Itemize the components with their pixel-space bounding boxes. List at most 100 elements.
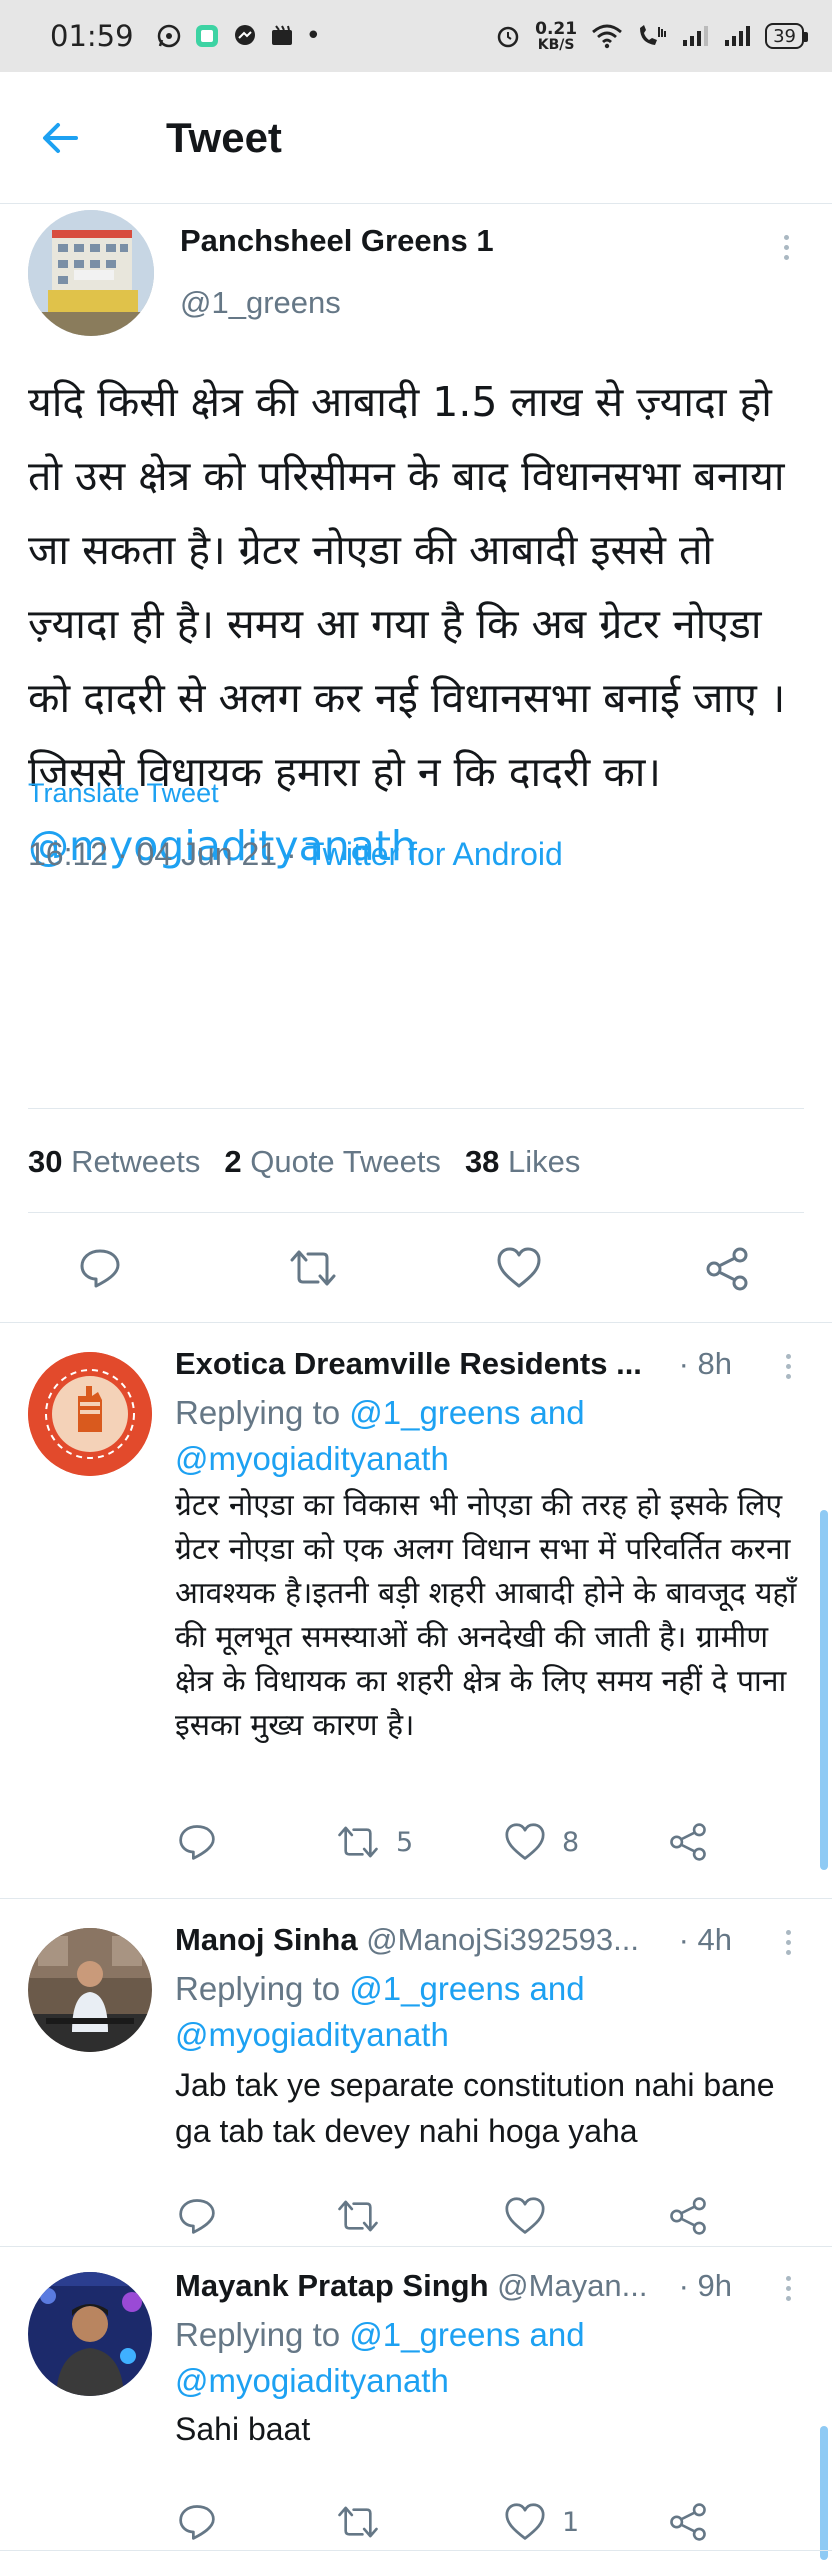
quote-tweets-count: 2 [224, 1144, 242, 1179]
likes-label: Likes [508, 1144, 581, 1179]
author-name[interactable]: Panchsheel Greens 1 [180, 223, 494, 259]
avatar[interactable] [28, 1928, 152, 2052]
person-photo-icon [28, 1928, 152, 2052]
reply-author-name[interactable]: Manoj Sinha [175, 1922, 358, 1957]
more-options-icon[interactable] [778, 2276, 798, 2301]
messenger-icon [234, 25, 255, 45]
retweet-button[interactable]: 5 [336, 1822, 413, 1862]
translate-tweet-link[interactable]: Translate Tweet [28, 778, 219, 809]
share-button[interactable] [668, 1822, 708, 1862]
network-speed: 0.21 KB/S [535, 18, 578, 52]
share-icon [670, 2197, 706, 2235]
divider [0, 2246, 832, 2247]
person-photo-icon [28, 2272, 152, 2396]
video-notification-icon [271, 25, 292, 45]
avatar[interactable] [28, 1352, 152, 1476]
mention-link[interactable]: @1_greens and [349, 1970, 584, 2007]
like-count: 1 [562, 2506, 580, 2538]
back-button[interactable] [0, 120, 120, 156]
retweet-button[interactable] [336, 2502, 396, 2542]
app-notification-icon [195, 25, 218, 47]
retweet-button[interactable] [336, 2196, 396, 2236]
reply-author-name[interactable]: Exotica Dreamville Residents ... [175, 1346, 642, 1381]
replying-to: Replying to @1_greens and @myogiadityanat… [175, 1390, 585, 1482]
wifi-calling-icon [640, 25, 667, 45]
reply-actions [0, 2196, 832, 2256]
reply-icon [80, 1249, 120, 1288]
retweets-stat[interactable]: 30 Retweets [28, 1144, 200, 1180]
scrollbar[interactable] [820, 2426, 828, 2560]
reply-header: Manoj Sinha @ManojSi392593... [175, 1922, 735, 1958]
divider [0, 1322, 832, 1323]
tweet-client-link[interactable]: Twitter for Android [305, 836, 563, 872]
network-speed-value: 0.21 [535, 18, 578, 39]
reply-author-name[interactable]: Mayank Pratap Singh [175, 2268, 489, 2303]
share-button[interactable] [668, 2502, 708, 2542]
likes-stat[interactable]: 38 Likes [465, 1144, 580, 1180]
reply-actions: 1 [0, 2502, 832, 2560]
exotica-logo-icon [28, 1352, 152, 1476]
whatsapp-icon [157, 24, 180, 48]
reply-icon [179, 1825, 215, 1860]
more-options-icon[interactable] [778, 1354, 798, 1379]
avatar[interactable] [28, 2272, 152, 2396]
share-icon [670, 1823, 706, 1861]
author-handle[interactable]: @1_greens [180, 285, 341, 321]
mention-link[interactable]: @myogiadityanath [175, 2362, 449, 2399]
battery-indicator: 39 [765, 23, 808, 49]
reply-button[interactable] [177, 2196, 217, 2236]
reply-text: ग्रेटर नोएडा का विकास भी नोएडा की तरह हो… [175, 1488, 797, 1743]
heart-icon [505, 1823, 545, 1860]
reply-button[interactable] [78, 1246, 122, 1290]
tweet-author: Panchsheel Greens 1 @1_greens [28, 205, 804, 345]
reply-text: Jab tak ye separate constitution nahi ba… [175, 2067, 775, 2149]
retweets-label: Retweets [71, 1144, 201, 1179]
quote-tweets-stat[interactable]: 2 Quote Tweets [224, 1144, 441, 1180]
replying-to: Replying to @1_greens and @myogiadityanat… [175, 2312, 585, 2404]
replying-to-prefix: Replying to [175, 1394, 350, 1431]
wifi-icon [592, 24, 623, 49]
reply-button[interactable] [177, 2502, 217, 2542]
reply-header: Mayank Pratap Singh @Mayan... [175, 2268, 735, 2304]
divider [0, 2550, 832, 2551]
share-button[interactable] [704, 1246, 750, 1292]
reply-icon [179, 2505, 215, 2540]
share-button[interactable] [668, 2196, 708, 2236]
mention-link[interactable]: @1_greens and [349, 2316, 584, 2353]
reply-time: · 8h [678, 1346, 732, 1381]
tweet-stats: 30 Retweets 2 Quote Tweets 38 Likes [28, 1144, 580, 1180]
reply-actions: 5 8 [0, 1822, 832, 1882]
mention-link[interactable]: @1_greens and [349, 1394, 584, 1431]
like-button[interactable] [504, 2196, 562, 2236]
replying-to-prefix: Replying to [175, 2316, 350, 2353]
retweet-icon [290, 1250, 336, 1286]
heart-icon [505, 2197, 545, 2234]
like-button[interactable] [496, 1246, 542, 1290]
scrollbar[interactable] [820, 1510, 828, 1870]
replying-to: Replying to @1_greens and @myogiadityanat… [175, 1966, 585, 2058]
tweet-body: यदि किसी क्षेत्र की आबादी 1.5 लाख से ज़्… [28, 378, 786, 796]
building-photo-icon [28, 210, 154, 336]
more-options-icon[interactable] [778, 1930, 798, 1955]
reply-time: · 9h [678, 2268, 732, 2303]
reply-author-handle[interactable]: @ManojSi392593... [358, 1922, 639, 1957]
like-button[interactable]: 1 [504, 2502, 579, 2542]
more-options-icon[interactable] [776, 235, 796, 260]
retweet-icon [338, 1826, 378, 1858]
reply-button[interactable] [177, 1822, 217, 1862]
signal-strength-1-icon [683, 26, 709, 46]
like-button[interactable]: 8 [504, 1822, 579, 1862]
signal-strength-2-icon [725, 26, 751, 46]
retweet-button[interactable] [288, 1246, 338, 1290]
reply-author-handle[interactable]: @Mayan... [489, 2268, 647, 2303]
heart-icon [505, 2503, 545, 2540]
mention-link[interactable]: @myogiadityanath [175, 1440, 449, 1477]
mention-link[interactable]: @myogiadityanath [175, 2016, 449, 2053]
status-time: 01:59 [50, 19, 134, 53]
quote-tweets-label: Quote Tweets [250, 1144, 441, 1179]
reply-text: Sahi baat [175, 2411, 311, 2447]
heart-icon [497, 1247, 541, 1288]
replying-to-prefix: Replying to [175, 1970, 350, 2007]
avatar[interactable] [28, 210, 154, 336]
divider [0, 1898, 832, 1899]
